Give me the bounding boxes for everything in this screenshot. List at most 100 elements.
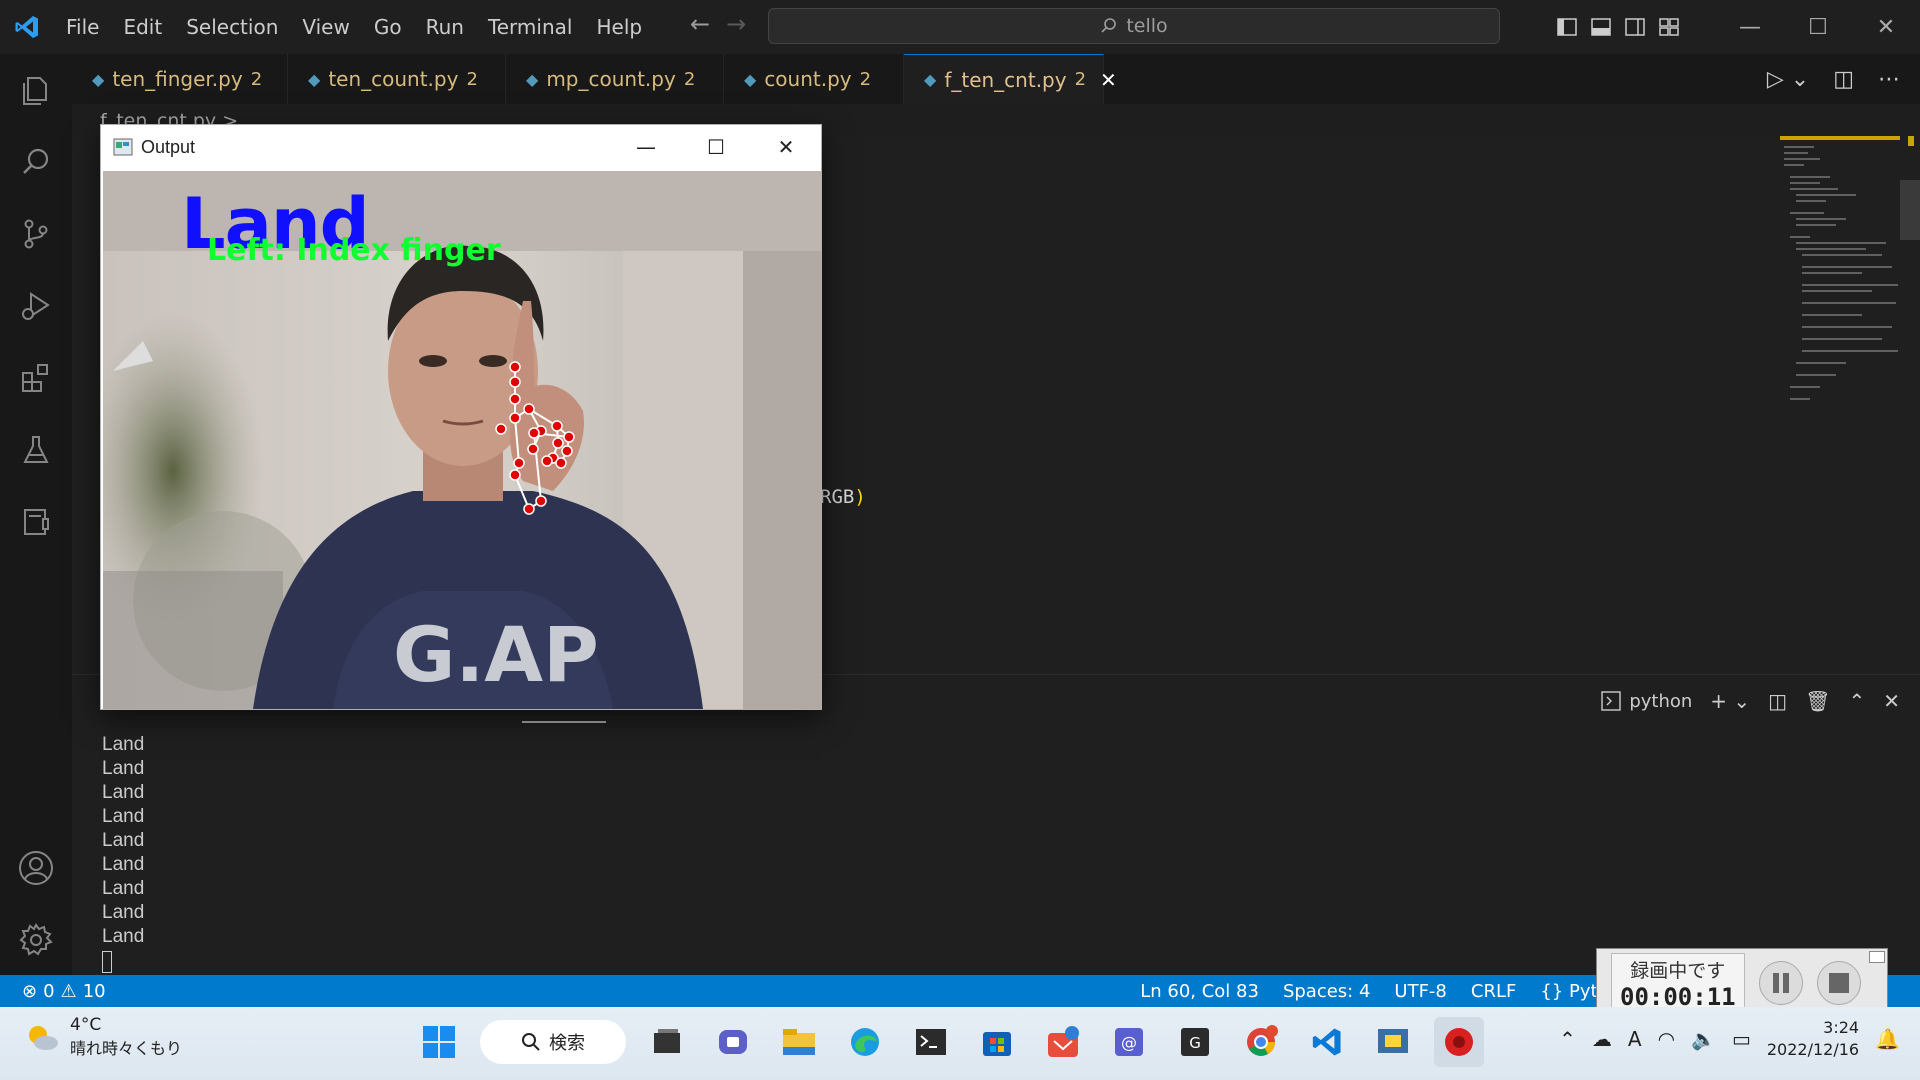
taskbar-apps: 検索 @ G: [414, 1017, 1484, 1067]
temperature: 4°C: [70, 1015, 102, 1035]
menu-help[interactable]: Help: [584, 9, 654, 45]
clock-date: 2022/12/16: [1766, 1040, 1860, 1059]
close-panel-icon[interactable]: ✕: [1883, 689, 1900, 713]
customize-layout-icon[interactable]: [1652, 10, 1686, 44]
volume-icon[interactable]: 🔈: [1691, 1027, 1716, 1051]
menu-view[interactable]: View: [290, 9, 361, 45]
indentation[interactable]: Spaces: 4: [1283, 981, 1370, 1002]
run-file-icon[interactable]: ▷ ⌄: [1767, 67, 1809, 92]
terminal-line: Land: [102, 926, 145, 947]
g-app-icon[interactable]: G: [1170, 1017, 1220, 1067]
kill-terminal-icon[interactable]: 🗑: [1805, 689, 1830, 713]
vscode-logo-icon[interactable]: [0, 0, 54, 54]
problems-status[interactable]: ⊗ 0 ⚠ 10: [0, 981, 106, 1002]
cursor-position[interactable]: Ln 60, Col 83: [1140, 981, 1259, 1002]
terminal-line: Land: [102, 758, 145, 779]
recording-close-icon[interactable]: [1869, 951, 1885, 963]
tab-label: ten_finger.py: [112, 67, 243, 91]
toggle-secondary-sidebar-icon[interactable]: [1618, 10, 1652, 44]
run-debug-icon[interactable]: [0, 270, 72, 342]
menu-run[interactable]: Run: [414, 9, 476, 45]
minimize-icon[interactable]: —: [611, 125, 681, 169]
more-actions-icon[interactable]: ⋯: [1878, 67, 1900, 92]
chrome-browser-icon[interactable]: [1236, 1017, 1286, 1067]
menu-selection[interactable]: Selection: [174, 9, 290, 45]
pause-button[interactable]: [1758, 961, 1803, 1005]
error-icon: ⊗: [22, 980, 38, 1002]
vscode-taskbar-icon[interactable]: [1302, 1017, 1352, 1067]
screen-recorder-icon[interactable]: [1434, 1017, 1484, 1067]
toggle-sidebar-icon[interactable]: [1550, 10, 1584, 44]
weather-widget[interactable]: 4°C 晴れ時々くもり: [24, 1015, 182, 1059]
task-view-icon[interactable]: [642, 1017, 692, 1067]
editor-scrollbar[interactable]: [1900, 180, 1920, 240]
tab-ten-count[interactable]: ◆ ten_count.py 2: [288, 54, 506, 104]
start-windows-icon[interactable]: [414, 1017, 464, 1067]
clock[interactable]: 3:24 2022/12/16: [1767, 1017, 1859, 1061]
menu-file[interactable]: File: [54, 9, 111, 45]
tab-problem-count: 2: [683, 68, 696, 90]
terminal-output[interactable]: Land Land Land Land Land Land Land Land …: [102, 733, 144, 980]
mail-app-icon[interactable]: [1038, 1017, 1088, 1067]
tab-f-ten-cnt[interactable]: ◆ f_ten_cnt.py 2 ✕: [904, 54, 1117, 104]
remote-explorer-icon[interactable]: [0, 486, 72, 558]
maximize-panel-icon[interactable]: ⌃: [1848, 689, 1865, 713]
menu-edit[interactable]: Edit: [111, 9, 174, 45]
command-center-search[interactable]: tello: [768, 8, 1500, 44]
taskbar-search[interactable]: 検索: [480, 1020, 626, 1064]
terminal-line: Land: [102, 902, 145, 923]
terminal-line: Land: [102, 782, 145, 803]
weather-text: 晴れ時々くもり: [70, 1039, 183, 1058]
new-terminal-icon[interactable]: + ⌄: [1710, 689, 1750, 713]
python-app-icon[interactable]: [1368, 1017, 1418, 1067]
close-icon[interactable]: ✕: [1852, 0, 1920, 54]
maximize-icon[interactable]: ☐: [681, 125, 751, 169]
input-method-icon[interactable]: A: [1628, 1027, 1642, 1051]
split-terminal-icon[interactable]: ◫: [1768, 689, 1787, 713]
tab-ten-finger[interactable]: ◆ ten_finger.py 2: [72, 54, 288, 104]
tab-mp-count[interactable]: ◆ mp_count.py 2: [506, 54, 724, 104]
source-control-icon[interactable]: [0, 198, 72, 270]
close-icon[interactable]: ✕: [751, 125, 821, 169]
edge-browser-icon[interactable]: [840, 1017, 890, 1067]
terminal-selector[interactable]: python: [1601, 691, 1692, 712]
output-window[interactable]: Output — ☐ ✕ G.AP Land Left: Index finge…: [100, 124, 822, 710]
encoding[interactable]: UTF-8: [1394, 981, 1446, 1002]
teams-chat-icon[interactable]: [708, 1017, 758, 1067]
toggle-panel-icon[interactable]: [1584, 10, 1618, 44]
title-bar: File Edit Selection View Go Run Terminal…: [0, 0, 1920, 54]
terminal-app-icon[interactable]: [906, 1017, 956, 1067]
minimize-icon[interactable]: —: [1716, 0, 1784, 54]
explorer-icon[interactable]: [0, 54, 72, 126]
svg-text:G: G: [1189, 1034, 1201, 1052]
minimap[interactable]: [1780, 136, 1900, 426]
svg-text:@: @: [1121, 1033, 1137, 1052]
maximize-icon[interactable]: ☐: [1784, 0, 1852, 54]
menu-go[interactable]: Go: [362, 9, 414, 45]
file-explorer-icon[interactable]: [774, 1017, 824, 1067]
testing-flask-icon[interactable]: [0, 414, 72, 486]
tab-close-icon[interactable]: ✕: [1100, 68, 1117, 92]
tab-count[interactable]: ◆ count.py 2: [724, 54, 904, 104]
stop-button[interactable]: [1816, 961, 1861, 1005]
back-arrow-icon[interactable]: ←: [690, 10, 710, 38]
error-count: 0: [43, 980, 55, 1002]
show-hidden-icons-icon[interactable]: ⌃: [1559, 1027, 1576, 1051]
extensions-icon[interactable]: [0, 342, 72, 414]
battery-icon[interactable]: ▭: [1732, 1027, 1751, 1051]
microsoft-store-icon[interactable]: [972, 1017, 1022, 1067]
scrollbar-marker: [1908, 136, 1914, 146]
line-ending[interactable]: CRLF: [1471, 981, 1516, 1002]
menu-terminal[interactable]: Terminal: [476, 9, 585, 45]
onedrive-icon[interactable]: ☁: [1592, 1027, 1612, 1051]
search-sidebar-icon[interactable]: [0, 126, 72, 198]
forward-arrow-icon[interactable]: →: [726, 10, 746, 38]
accounts-icon[interactable]: [0, 832, 72, 904]
split-editor-icon[interactable]: ◫: [1833, 67, 1854, 92]
search-icon: [1101, 18, 1117, 33]
wifi-icon[interactable]: ◠: [1658, 1027, 1675, 1051]
terminal-cursor: [102, 951, 112, 973]
notification-icon[interactable]: 🔔: [1875, 1027, 1900, 1051]
settings-gear-icon[interactable]: [0, 904, 72, 976]
menu-app-icon[interactable]: @: [1104, 1017, 1154, 1067]
